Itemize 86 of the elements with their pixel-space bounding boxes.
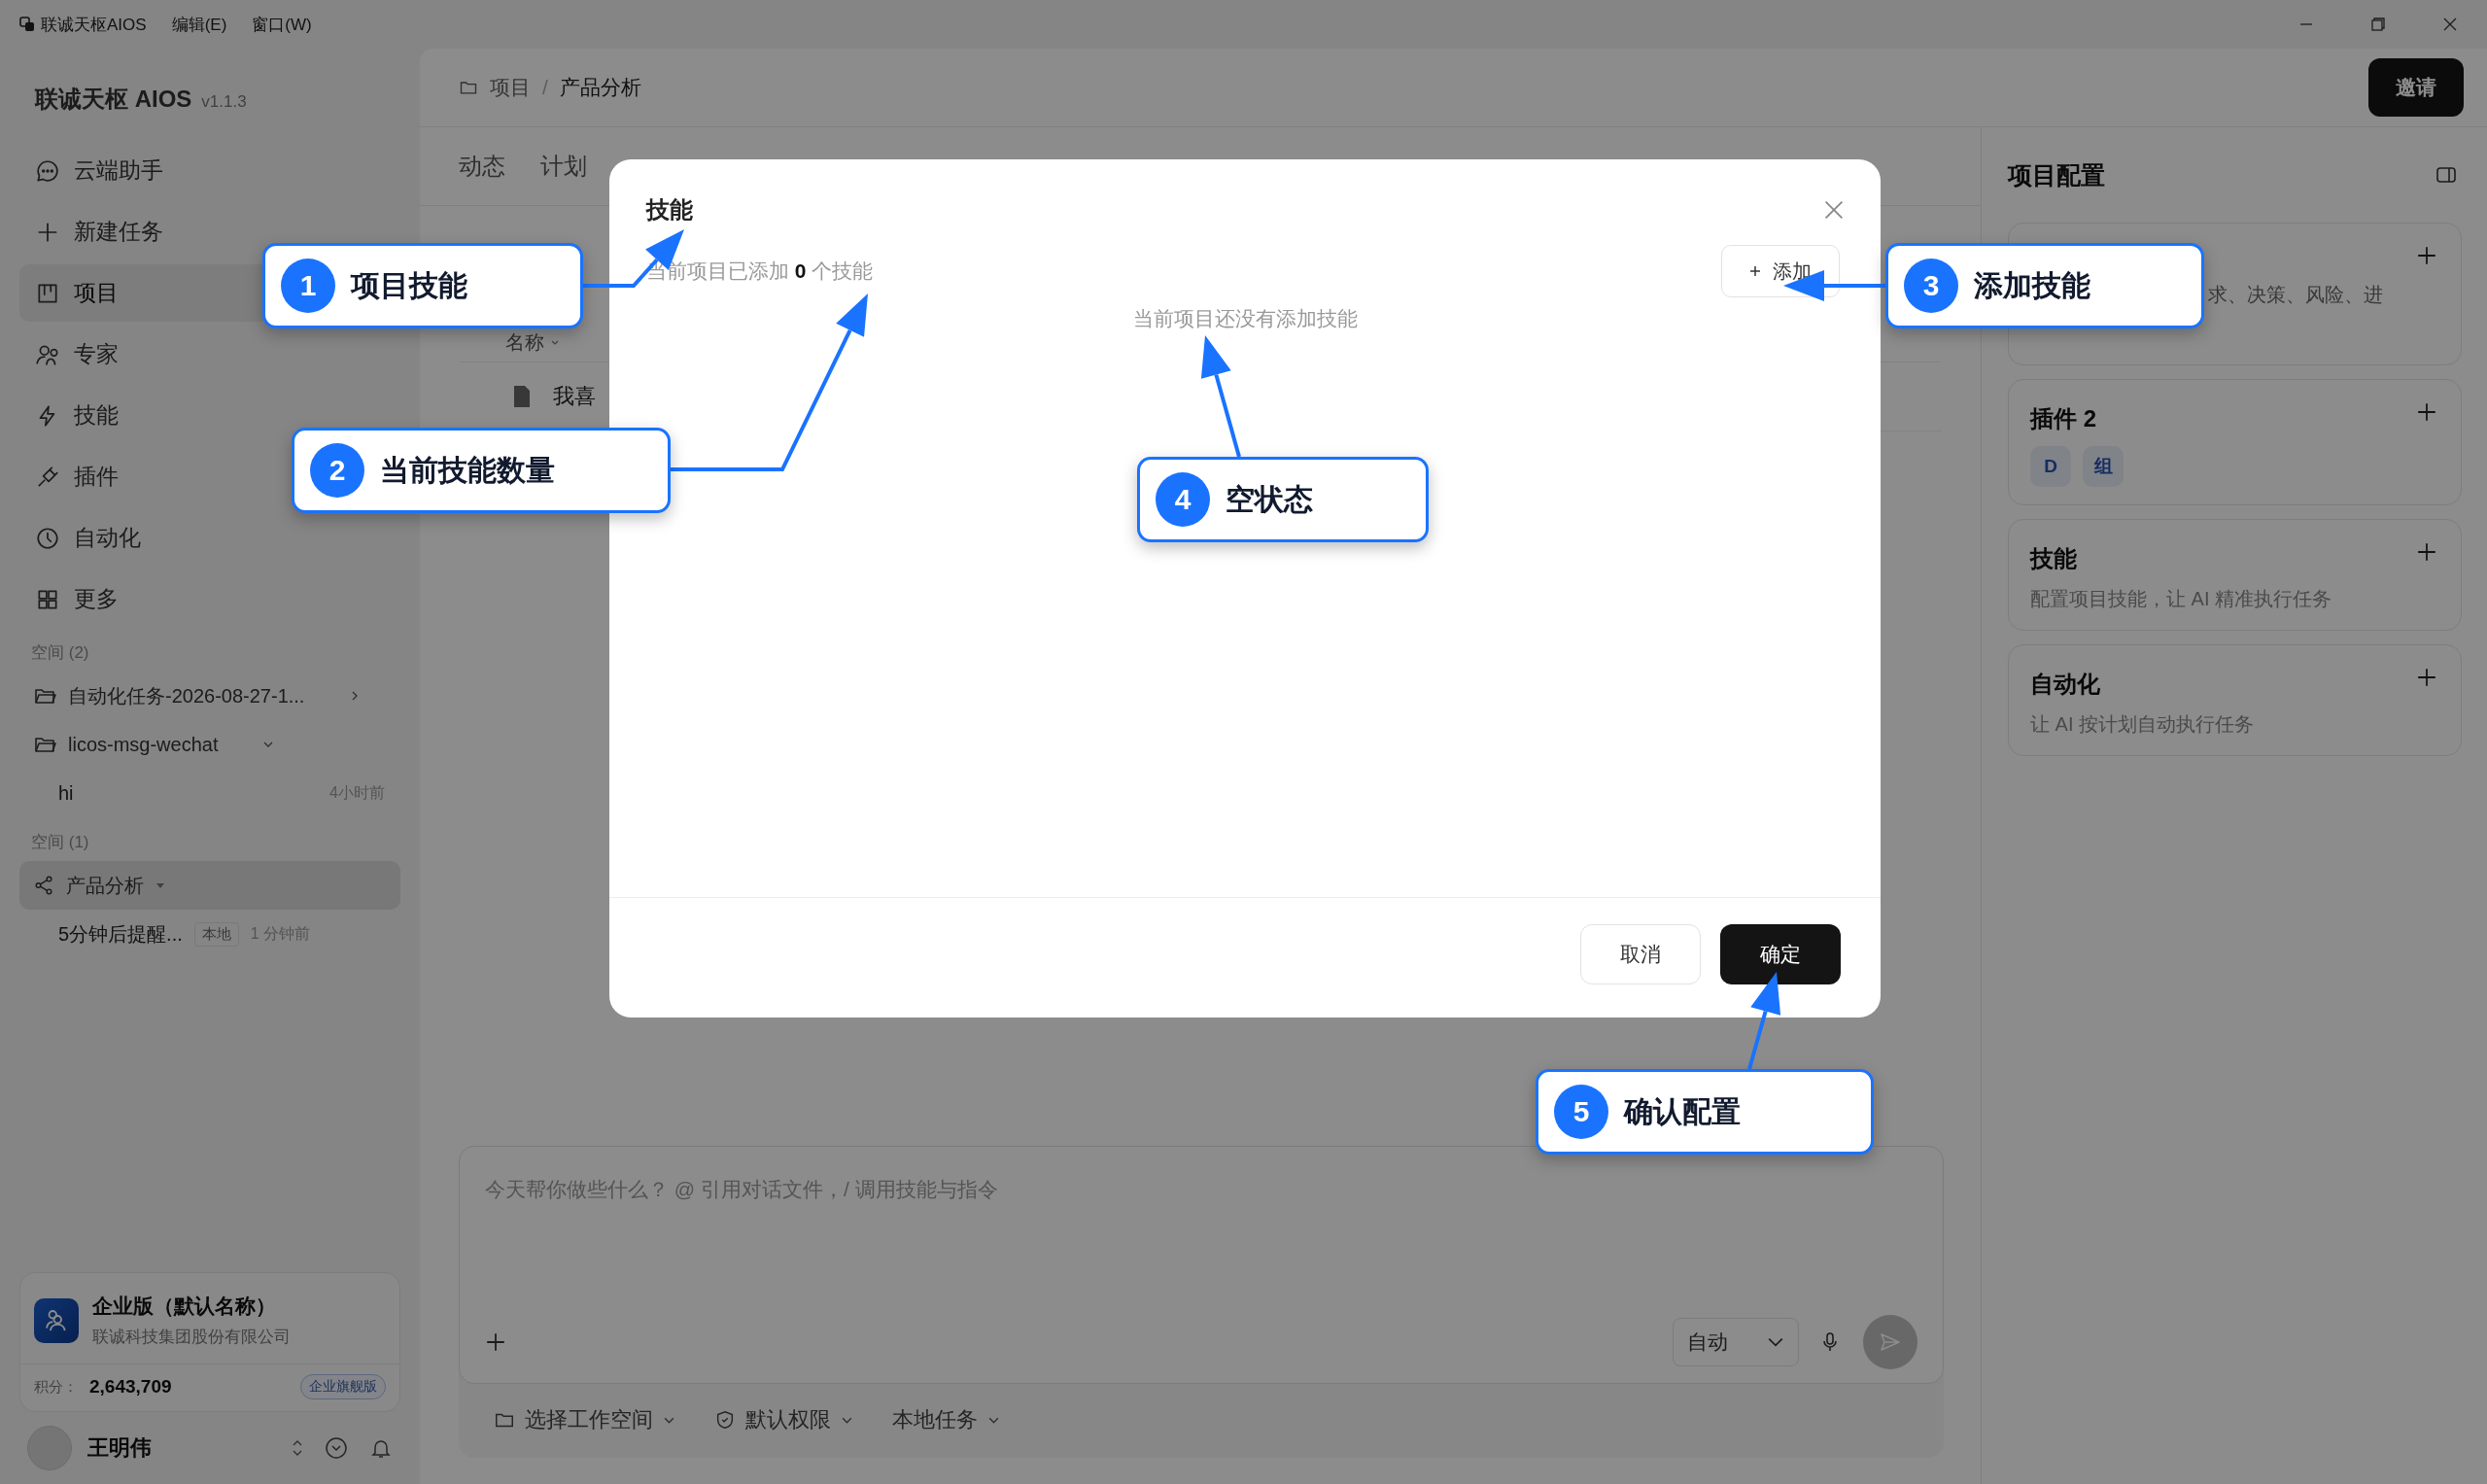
nav-item[interactable]: 自动化 [19, 509, 400, 567]
step-number: 3 [1904, 259, 1958, 313]
nav-item[interactable]: 云端助手 [19, 142, 400, 199]
close-icon[interactable] [2442, 17, 2458, 32]
menu-item[interactable]: 窗口(W) [252, 13, 312, 36]
section-heading: 空间 (1) [30, 832, 90, 853]
shield-icon [714, 1409, 736, 1431]
space-item[interactable]: 自动化任务-2026-08-27-1... [19, 672, 400, 720]
plus-icon[interactable] [2416, 541, 2437, 563]
mode-select[interactable]: 自动 [1673, 1318, 1799, 1366]
option-dropdown[interactable]: 默认权限 [714, 1405, 853, 1434]
step-number: 5 [1554, 1085, 1608, 1139]
callout-text: 添加技能 [1974, 267, 2090, 303]
plus-icon[interactable] [2416, 245, 2437, 266]
points-value: 2,643,709 [89, 1376, 172, 1398]
card-title: 自动化 [2030, 670, 2101, 699]
section-heading: 空间 (2) [30, 642, 90, 664]
callout-text: 当前技能数量 [380, 452, 555, 488]
space-item[interactable]: licos-msg-wechat [19, 720, 400, 769]
panel-title: 项目配置 [2008, 159, 2105, 190]
plus-icon [1749, 265, 1761, 277]
caret-icon[interactable] [155, 880, 165, 890]
space-name: licos-msg-wechat [68, 733, 219, 756]
callout-text: 确认配置 [1624, 1093, 1741, 1129]
nav-item[interactable]: 技能 [19, 387, 400, 444]
chat-icon [35, 157, 60, 184]
organization-name: 企业版（默认名称） [92, 1294, 277, 1319]
restore-icon[interactable] [2370, 17, 2386, 32]
nav-item[interactable]: 新建任务 [19, 203, 400, 260]
plus-icon[interactable] [485, 1331, 506, 1353]
option-dropdown[interactable]: 选择工作空间 [494, 1405, 675, 1434]
nav-item[interactable]: 更多 [19, 570, 400, 628]
message-input[interactable]: 今天帮你做些什么？ @ 引用对话文件，/ 调用技能与指令 自动 [459, 1146, 1944, 1384]
points-label: 积分： [34, 1377, 78, 1397]
plugin-chip[interactable]: 组 [2083, 446, 2124, 487]
option-dropdown[interactable]: 本地任务 [892, 1405, 1000, 1434]
tab[interactable]: 计划 [540, 151, 587, 182]
clock-icon [35, 525, 60, 551]
app-name: 联诚天枢AIOS [41, 14, 147, 36]
cancel-button[interactable]: 取消 [1580, 923, 1701, 984]
plan-badge: 企业旗舰版 [300, 1374, 386, 1399]
step-number: 1 [281, 259, 335, 313]
task-name: 5分钟后提醒... [58, 921, 183, 947]
organization-icon [34, 1297, 79, 1343]
brand-name: 联诚天枢 AIOS [35, 85, 192, 114]
breadcrumb-separator: / [542, 76, 548, 99]
tab[interactable]: 动态 [459, 151, 505, 182]
menu-item[interactable]: 编辑(E) [171, 13, 227, 36]
input-placeholder: 今天帮你做些什么？ @ 引用对话文件，/ 调用技能与指令 [485, 1177, 999, 1202]
card-title: 技能 [2030, 544, 2078, 573]
nav-item[interactable]: 专家 [19, 326, 400, 383]
card-description: 配置项目技能，让 AI 精准执行任务 [2030, 587, 2332, 611]
chevron-circle-icon[interactable] [325, 1436, 348, 1460]
column-header[interactable]: 名称 [505, 328, 544, 356]
step-number: 4 [1156, 472, 1210, 527]
file-name[interactable]: 我喜 [553, 382, 596, 411]
file-icon [512, 385, 532, 408]
user-name: 王明伟 [87, 1434, 152, 1462]
organization-card[interactable]: 企业版（默认名称） 联诚科技集团股份有限公司 积分： 2,643,709 企业旗舰版 [19, 1272, 400, 1412]
card-description: 求、决策、风险、进 [2208, 283, 2384, 307]
task-name: hi [58, 781, 74, 805]
company-name: 联诚科技集团股份有限公司 [92, 1327, 291, 1348]
breadcrumb-item[interactable]: 产品分析 [559, 74, 641, 101]
version-label: v1.1.3 [201, 92, 247, 112]
send-icon [1879, 1330, 1902, 1354]
breadcrumb-item[interactable]: 项目 [490, 74, 531, 101]
confirm-button[interactable]: 确定 [1720, 923, 1841, 984]
app-logo-icon [19, 17, 35, 32]
step-number: 2 [310, 443, 364, 498]
callout-text: 空状态 [1226, 481, 1313, 517]
location-tag: 本地 [193, 921, 239, 947]
space-item[interactable]: 产品分析 [19, 861, 400, 910]
invite-button[interactable]: 邀请 [2368, 58, 2464, 117]
card-description: 让 AI 按计划自动执行任务 [2030, 712, 2255, 737]
share-icon [33, 875, 54, 896]
dialog-title: 技能 [646, 195, 693, 224]
plus-icon[interactable] [2416, 667, 2437, 688]
plus-icon[interactable] [2416, 401, 2437, 423]
card-title: 插件 2 [2030, 404, 2097, 433]
close-icon[interactable] [1822, 198, 1846, 222]
plug-icon [35, 464, 60, 490]
space-name: 产品分析 [66, 873, 144, 898]
up-down-icon[interactable] [292, 1438, 303, 1458]
empty-state-text: 当前项目还没有添加技能 [1131, 306, 1359, 331]
space-name: 自动化任务-2026-08-27-1... [68, 683, 305, 708]
plugin-chip[interactable]: D [2030, 446, 2071, 487]
